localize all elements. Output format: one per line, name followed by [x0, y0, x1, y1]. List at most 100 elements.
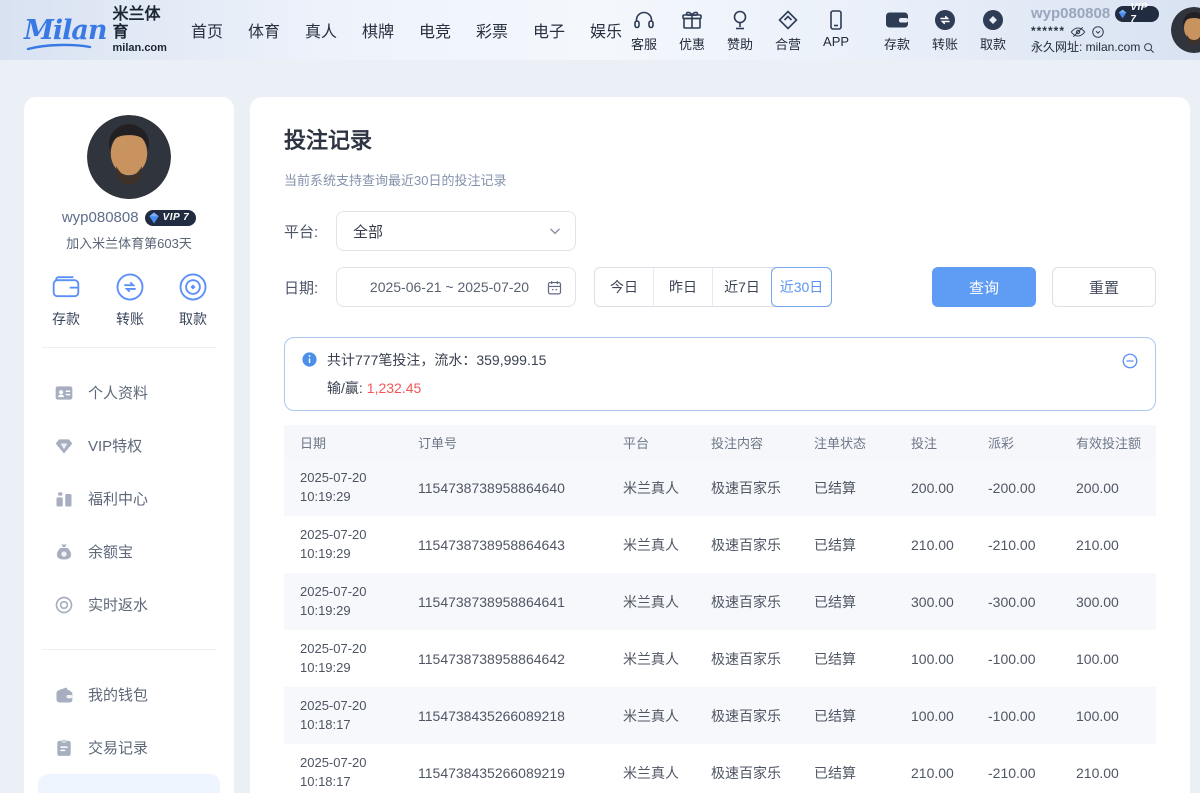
nav-cards[interactable]: 棋牌 — [362, 18, 394, 42]
table-row[interactable]: 2025-07-2010:18:17 1154738435266089219 米… — [284, 744, 1156, 793]
join-days-text: 加入米兰体育第603天 — [38, 233, 220, 252]
sidebar-item-bet-records[interactable]: 投注记录 — [38, 774, 220, 793]
deposit-button[interactable]: 存款 — [875, 8, 919, 53]
app-button[interactable]: APP — [814, 8, 858, 53]
cell-content: 极速百家乐 — [695, 763, 798, 783]
range-7days-button[interactable]: 近7日 — [713, 268, 772, 306]
vip-badge: VIP 7 — [1115, 6, 1158, 22]
platform-select[interactable]: 全部 — [336, 211, 576, 251]
main-nav: 首页 体育 真人 棋牌 电竞 彩票 电子 娱乐 — [191, 18, 622, 42]
cell-payout: -100.00 — [972, 651, 1060, 667]
logo-script-text: Milan — [24, 17, 107, 44]
table-row[interactable]: 2025-07-2010:19:29 1154738738958864640 米… — [284, 459, 1156, 516]
cell-payout: -210.00 — [972, 765, 1060, 781]
cell-status: 已结算 — [798, 763, 895, 783]
table-row[interactable]: 2025-07-2010:19:29 1154738738958864641 米… — [284, 573, 1156, 630]
partner-button[interactable]: 合营 — [766, 8, 810, 53]
cell-date: 2025-07-20 — [300, 584, 367, 599]
cell-bet: 210.00 — [895, 537, 972, 553]
cell-bet: 100.00 — [895, 651, 972, 667]
sidebar-transfer-button[interactable]: 转账 — [115, 272, 145, 329]
sponsor-button[interactable]: 赞助 — [718, 8, 762, 53]
cell-valid: 100.00 — [1060, 651, 1156, 667]
platform-filter-row: 平台: 全部 — [284, 211, 1156, 251]
user-info-block: wyp080808 VIP 7 ****** 永久网址: milan.com — [1031, 5, 1159, 56]
calendar-icon[interactable] — [546, 279, 563, 296]
cell-valid: 200.00 — [1060, 480, 1156, 496]
cell-time: 10:19:29 — [300, 546, 351, 561]
transfer-button[interactable]: 转账 — [923, 8, 967, 53]
refresh-circle-icon[interactable] — [1091, 25, 1105, 39]
cell-date: 2025-07-20 — [300, 698, 367, 713]
sidebar-withdraw-button[interactable]: 取款 — [178, 272, 208, 329]
reset-button[interactable]: 重置 — [1052, 267, 1156, 307]
promo-button[interactable]: 优惠 — [670, 8, 714, 53]
nav-casino[interactable]: 娱乐 — [590, 18, 622, 42]
diamond-icon — [54, 436, 74, 456]
cell-order: 1154738738958864642 — [402, 651, 607, 667]
service-button[interactable]: 客服 — [622, 8, 666, 53]
nav-lottery[interactable]: 彩票 — [476, 18, 508, 42]
info-icon — [301, 351, 318, 368]
cell-order: 1154738738958864641 — [402, 594, 607, 610]
magnifier-icon[interactable] — [1142, 41, 1156, 55]
nav-esports[interactable]: 电竞 — [419, 18, 451, 42]
sidebar-item-wallet[interactable]: 我的钱包 — [38, 668, 220, 721]
main-panel: 投注记录 当前系统支持查询最近30日的投注记录 平台: 全部 日期: 2025-… — [250, 97, 1190, 793]
table-header-row: 日期 订单号 平台 投注内容 注单状态 投注 派彩 有效投注额 — [284, 425, 1156, 459]
date-range-input[interactable]: 2025-06-21 ~ 2025-07-20 — [336, 267, 576, 307]
benefits-icon — [54, 489, 74, 509]
page-title: 投注记录 — [284, 123, 1156, 155]
range-yesterday-button[interactable]: 昨日 — [654, 268, 713, 306]
nav-home[interactable]: 首页 — [191, 18, 223, 42]
cell-content: 极速百家乐 — [695, 706, 798, 726]
nav-sports[interactable]: 体育 — [248, 18, 280, 42]
nav-live[interactable]: 真人 — [305, 18, 337, 42]
col-date: 日期 — [284, 433, 402, 452]
quick-range-group: 今日 昨日 近7日 近30日 — [594, 267, 832, 307]
table-row[interactable]: 2025-07-2010:19:29 1154738738958864643 米… — [284, 516, 1156, 573]
sidebar-item-yuebao[interactable]: 余额宝 — [38, 525, 220, 578]
cell-payout: -100.00 — [972, 708, 1060, 724]
cell-status: 已结算 — [798, 535, 895, 555]
sidebar-item-benefits[interactable]: 福利中心 — [38, 472, 220, 525]
sidebar-avatar[interactable] — [87, 115, 171, 199]
chevron-down-icon — [547, 223, 563, 239]
cell-valid: 300.00 — [1060, 594, 1156, 610]
service-icon-group: 客服 优惠 赞助 合营 APP — [622, 8, 858, 53]
sidebar-deposit-button[interactable]: 存款 — [50, 272, 82, 329]
range-today-button[interactable]: 今日 — [595, 268, 654, 306]
winloss-value: 1,232.45 — [367, 380, 422, 396]
cell-platform: 米兰真人 — [607, 535, 695, 555]
search-button[interactable]: 查询 — [932, 267, 1036, 307]
platform-select-value: 全部 — [353, 221, 547, 242]
sidebar-item-profile[interactable]: 个人资料 — [38, 366, 220, 419]
cell-payout: -300.00 — [972, 594, 1060, 610]
cell-date: 2025-07-20 — [300, 755, 367, 770]
deposit-label: 存款 — [884, 34, 910, 53]
vip-diamond-icon — [1117, 7, 1128, 21]
eye-off-icon[interactable] — [1070, 25, 1086, 39]
brand-logo[interactable]: Milan 米兰体育 milan.com — [24, 6, 167, 53]
sidebar-item-vip[interactable]: VIP特权 — [38, 419, 220, 472]
sidebar-item-rebate[interactable]: 实时返水 — [38, 578, 220, 631]
id-card-icon — [54, 383, 74, 403]
table-row[interactable]: 2025-07-2010:19:29 1154738738958864642 米… — [284, 630, 1156, 687]
sidebar-divider — [42, 347, 216, 348]
table-row[interactable]: 2025-07-2010:18:17 1154738435266089218 米… — [284, 687, 1156, 744]
range-30days-button[interactable]: 近30日 — [771, 267, 832, 307]
withdraw-button[interactable]: 取款 — [971, 8, 1015, 53]
cell-payout: -200.00 — [972, 480, 1060, 496]
col-payout: 派彩 — [972, 433, 1060, 452]
cell-payout: -210.00 — [972, 537, 1060, 553]
cell-valid: 210.00 — [1060, 765, 1156, 781]
transfer-label: 转账 — [932, 34, 958, 53]
collapse-icon[interactable] — [1121, 352, 1139, 370]
sidebar-item-transactions[interactable]: 交易记录 — [38, 721, 220, 774]
cell-bet: 300.00 — [895, 594, 972, 610]
avatar[interactable] — [1171, 7, 1200, 53]
cell-platform: 米兰真人 — [607, 478, 695, 498]
nav-slots[interactable]: 电子 — [533, 18, 565, 42]
cell-platform: 米兰真人 — [607, 706, 695, 726]
balance-mask: ****** — [1031, 24, 1065, 39]
